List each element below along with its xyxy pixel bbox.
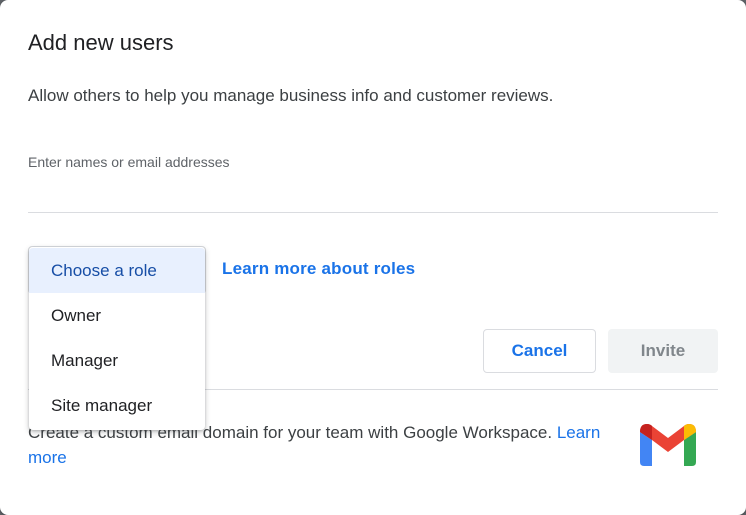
role-option-site-manager[interactable]: Site manager	[29, 383, 205, 428]
invite-button[interactable]: Invite	[608, 329, 718, 373]
gmail-logo-icon	[638, 420, 698, 466]
invite-field	[28, 146, 718, 213]
role-option-owner[interactable]: Owner	[29, 293, 205, 338]
dialog-subtitle: Allow others to help you manage business…	[28, 86, 554, 105]
add-users-dialog: Add new users Allow others to help you m…	[0, 0, 746, 515]
role-option-choose[interactable]: Choose a role	[29, 248, 205, 293]
names-or-emails-input[interactable]	[28, 146, 718, 178]
learn-more-roles-link[interactable]: Learn more about roles	[222, 259, 415, 279]
role-dropdown-menu: Choose a role Owner Manager Site manager	[29, 247, 205, 430]
cancel-button[interactable]: Cancel	[483, 329, 596, 373]
role-option-manager[interactable]: Manager	[29, 338, 205, 383]
dialog-title: Add new users	[28, 30, 174, 55]
